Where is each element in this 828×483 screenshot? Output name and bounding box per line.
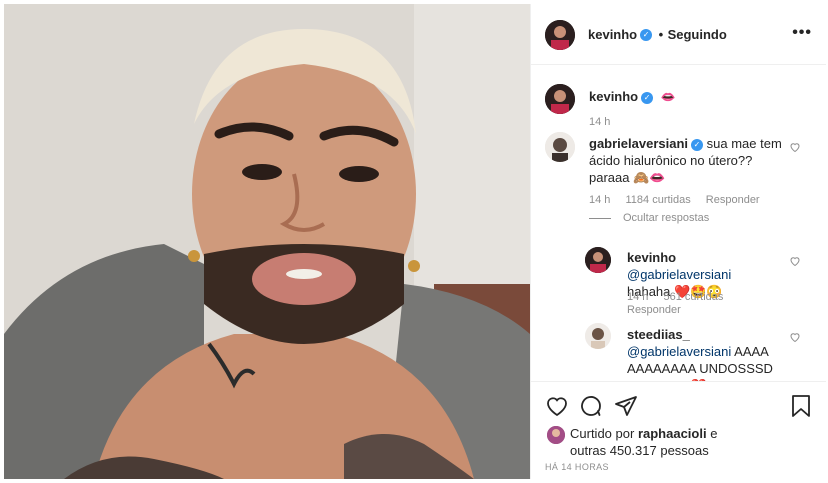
post-photo[interactable] [4, 4, 530, 479]
comment-body: gabrielaversiani ✓ sua mae tem ácido hial… [589, 135, 789, 186]
post-timestamp[interactable]: HÁ 14 HORAS [545, 462, 609, 472]
comment-likes[interactable]: 1184 curtidas [625, 194, 690, 206]
share-paper-plane-icon[interactable] [614, 394, 638, 418]
reply-body: steediias_ @gabrielaversiani AAAAAAAAAAA… [627, 326, 777, 381]
comment-meta: 14 h 1184 curtidas Responder [589, 194, 760, 206]
author-username[interactable]: kevinho [588, 27, 637, 42]
caption-text: kevinho ✓ 👄 [589, 88, 676, 106]
liked-by-suffix: e [710, 426, 718, 441]
author-line: kevinho ✓ • Seguindo [588, 26, 727, 44]
reply-reply-button[interactable]: Responder [627, 304, 681, 316]
like-comment-heart-icon[interactable] [789, 141, 801, 153]
post-sidebar: kevinho ✓ • Seguindo ••• kevinho ✓ 👄 14 h … [530, 4, 826, 480]
post-modal: kevinho ✓ • Seguindo ••• kevinho ✓ 👄 14 h … [0, 0, 828, 483]
hide-replies-label: Ocultar respostas [623, 212, 710, 224]
like-heart-icon[interactable] [545, 394, 569, 418]
commenter-avatar[interactable] [545, 132, 575, 162]
save-bookmark-icon[interactable] [790, 394, 812, 418]
caption-avatar[interactable] [545, 84, 575, 114]
avatar-image-icon [545, 132, 575, 162]
reply-likes[interactable]: 561 curtidas [663, 291, 723, 303]
caption-username[interactable]: kevinho [589, 89, 638, 104]
reply-mention[interactable]: @gabrielaversiani [627, 267, 731, 282]
comment-bubble-icon[interactable] [579, 394, 603, 418]
selfie-image [4, 4, 530, 479]
liked-by-prefix: Curtido por [570, 426, 635, 441]
reply-time[interactable]: 14 h [627, 291, 648, 303]
avatar-image-icon [545, 84, 575, 114]
reply-meta: 14 h 561 curtidas [627, 291, 723, 303]
comment-reply-button[interactable]: Responder [706, 194, 760, 206]
liked-by: Curtido por raphaacioli e outras 450.317… [570, 425, 717, 459]
verified-badge-icon: ✓ [691, 138, 703, 151]
caption-emoji: 👄 [660, 90, 676, 104]
reply-avatar[interactable] [585, 247, 611, 273]
verified-badge-icon: ✓ [641, 91, 654, 104]
author-avatar[interactable] [545, 20, 575, 50]
liked-by-user[interactable]: raphaacioli [638, 426, 707, 441]
header-dot: • [658, 27, 664, 42]
avatar-image-icon [547, 426, 565, 444]
post-header: kevinho ✓ • Seguindo ••• [531, 4, 826, 65]
post-actions: Curtido por raphaacioli e outras 450.317… [531, 381, 826, 480]
replies-line [589, 217, 611, 219]
avatar-image-icon [545, 20, 575, 50]
more-options-icon[interactable]: ••• [792, 24, 812, 42]
caption-time[interactable]: 14 h [589, 116, 610, 128]
like-reply-heart-icon[interactable] [789, 331, 801, 343]
liked-by-others[interactable]: outras 450.317 pessoas [570, 443, 709, 458]
comment-username[interactable]: gabrielaversiani [589, 136, 688, 151]
like-reply-heart-icon[interactable] [789, 255, 801, 267]
comment-time[interactable]: 14 h [589, 194, 610, 206]
reply-username[interactable]: kevinho [627, 250, 676, 265]
hide-replies-button[interactable]: Ocultar respostas [589, 212, 709, 224]
verified-badge-icon: ✓ [640, 28, 653, 41]
reply-avatar[interactable] [585, 323, 611, 349]
reply-username[interactable]: steediias_ [627, 327, 690, 342]
avatar-image-icon [585, 323, 611, 349]
reply-mention[interactable]: @gabrielaversiani [627, 344, 731, 359]
follow-status-button[interactable]: Seguindo [668, 27, 727, 42]
avatar-image-icon [585, 247, 611, 273]
liker-avatar[interactable] [547, 426, 565, 444]
